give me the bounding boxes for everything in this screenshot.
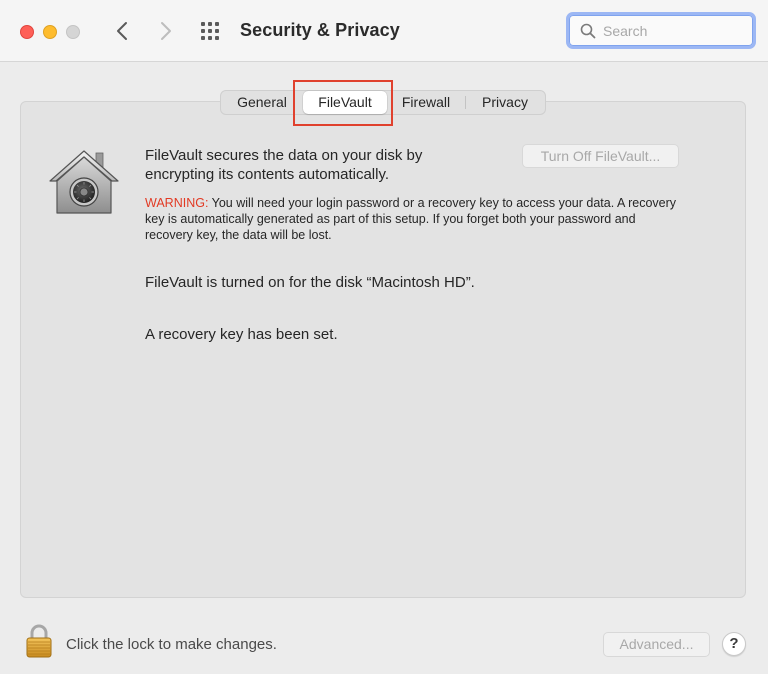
tab-bar: General FileVault Firewall Privacy bbox=[220, 90, 546, 115]
advanced-button[interactable]: Advanced... bbox=[603, 632, 710, 657]
lock-message: Click the lock to make changes. bbox=[66, 636, 277, 653]
back-button[interactable] bbox=[110, 18, 134, 44]
warning-label: WARNING: bbox=[145, 196, 209, 210]
house-safe-icon bbox=[49, 150, 119, 214]
warning-text: You will need your login password or a r… bbox=[145, 196, 677, 242]
filevault-description: FileVault secures the data on your disk … bbox=[145, 147, 423, 183]
tab-filevault[interactable]: FileVault bbox=[303, 91, 387, 114]
search-field[interactable] bbox=[566, 12, 756, 49]
chevron-right-icon bbox=[161, 22, 171, 40]
search-icon bbox=[580, 23, 596, 39]
recovery-key-status: A recovery key has been set. bbox=[145, 326, 338, 343]
tab-general[interactable]: General bbox=[221, 91, 303, 114]
show-all-button[interactable] bbox=[199, 21, 223, 41]
help-button[interactable]: ? bbox=[722, 632, 746, 656]
filevault-warning: WARNING: You will need your login passwo… bbox=[145, 195, 685, 243]
forward-button[interactable] bbox=[154, 18, 178, 44]
chevron-left-icon bbox=[117, 22, 127, 40]
minimize-button[interactable] bbox=[43, 25, 57, 39]
padlock-icon[interactable] bbox=[26, 624, 52, 658]
close-button[interactable] bbox=[20, 25, 34, 39]
filevault-status: FileVault is turned on for the disk “Mac… bbox=[145, 274, 475, 291]
turn-off-filevault-button[interactable]: Turn Off FileVault... bbox=[522, 144, 679, 168]
tab-privacy[interactable]: Privacy bbox=[466, 91, 544, 114]
toolbar: Security & Privacy bbox=[0, 0, 768, 62]
search-input[interactable] bbox=[603, 20, 743, 42]
tab-firewall[interactable]: Firewall bbox=[387, 91, 465, 114]
security-privacy-window: Security & Privacy General FileVault Fir… bbox=[0, 0, 768, 674]
zoom-button[interactable] bbox=[66, 25, 80, 39]
window-title: Security & Privacy bbox=[240, 20, 400, 40]
